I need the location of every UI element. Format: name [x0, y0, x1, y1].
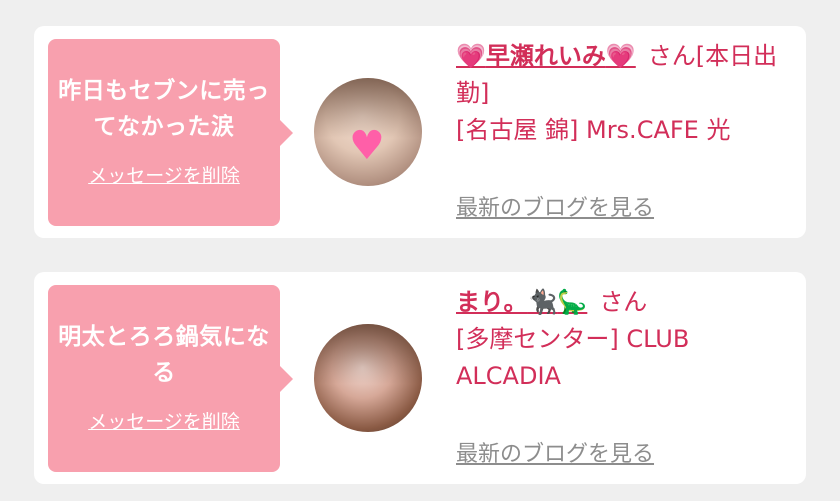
message-text: 昨日もセブンに売ってなかった涙: [58, 78, 270, 140]
heart-emoji-icon: 💗: [456, 42, 486, 70]
profile-info: まり。🐈‍⬛🦕 さん [多摩センター] CLUB ALCADIA: [456, 284, 791, 395]
delete-message-link[interactable]: メッセージを削除: [48, 161, 280, 188]
message-card: 明太とろろ鍋気になる メッセージを削除 まり。🐈‍⬛🦕 さん [多摩センター] C…: [34, 272, 806, 484]
name-line: 💗早瀬れいみ💗 さん[本日出勤]: [456, 38, 791, 112]
message-card: 昨日もセブンに売ってなかった涙 メッセージを削除 ♥ 💗早瀬れいみ💗 さん[本日出…: [34, 26, 806, 238]
profile-name-link[interactable]: まり。🐈‍⬛🦕: [456, 288, 587, 316]
honorific: さん: [599, 288, 648, 316]
message-bubble: 昨日もセブンに売ってなかった涙 メッセージを削除: [48, 39, 293, 226]
message-text: 明太とろろ鍋気になる: [58, 324, 270, 386]
honorific: さん: [647, 42, 696, 70]
latest-blog-link[interactable]: 最新のブログを見る: [456, 190, 654, 222]
profile-info: 💗早瀬れいみ💗 さん[本日出勤] [名古屋 錦] Mrs.CAFE 光: [456, 38, 791, 149]
profile-name: 早瀬れいみ: [485, 42, 606, 70]
dinosaur-icon: 🦕: [557, 288, 588, 316]
shop-name: [多摩センター] CLUB ALCADIA: [456, 325, 690, 390]
latest-blog-link[interactable]: 最新のブログを見る: [456, 436, 654, 468]
message-bubble: 明太とろろ鍋気になる メッセージを削除: [48, 285, 293, 472]
shop-name: [名古屋 錦] Mrs.CAFE 光: [456, 116, 731, 144]
avatar[interactable]: ♥: [314, 78, 422, 186]
avatar-photo-shade: [314, 324, 422, 384]
avatar[interactable]: [314, 324, 422, 432]
profile-name: まり。: [456, 288, 528, 316]
black-cat-icon: 🐈‍⬛: [527, 288, 558, 316]
delete-message-link[interactable]: メッセージを削除: [48, 407, 280, 434]
heart-emoji-icon: 💗: [605, 42, 636, 70]
name-line: まり。🐈‍⬛🦕 さん: [456, 284, 791, 321]
profile-name-link[interactable]: 💗早瀬れいみ💗: [456, 42, 636, 70]
heart-icon: ♥: [349, 123, 385, 169]
